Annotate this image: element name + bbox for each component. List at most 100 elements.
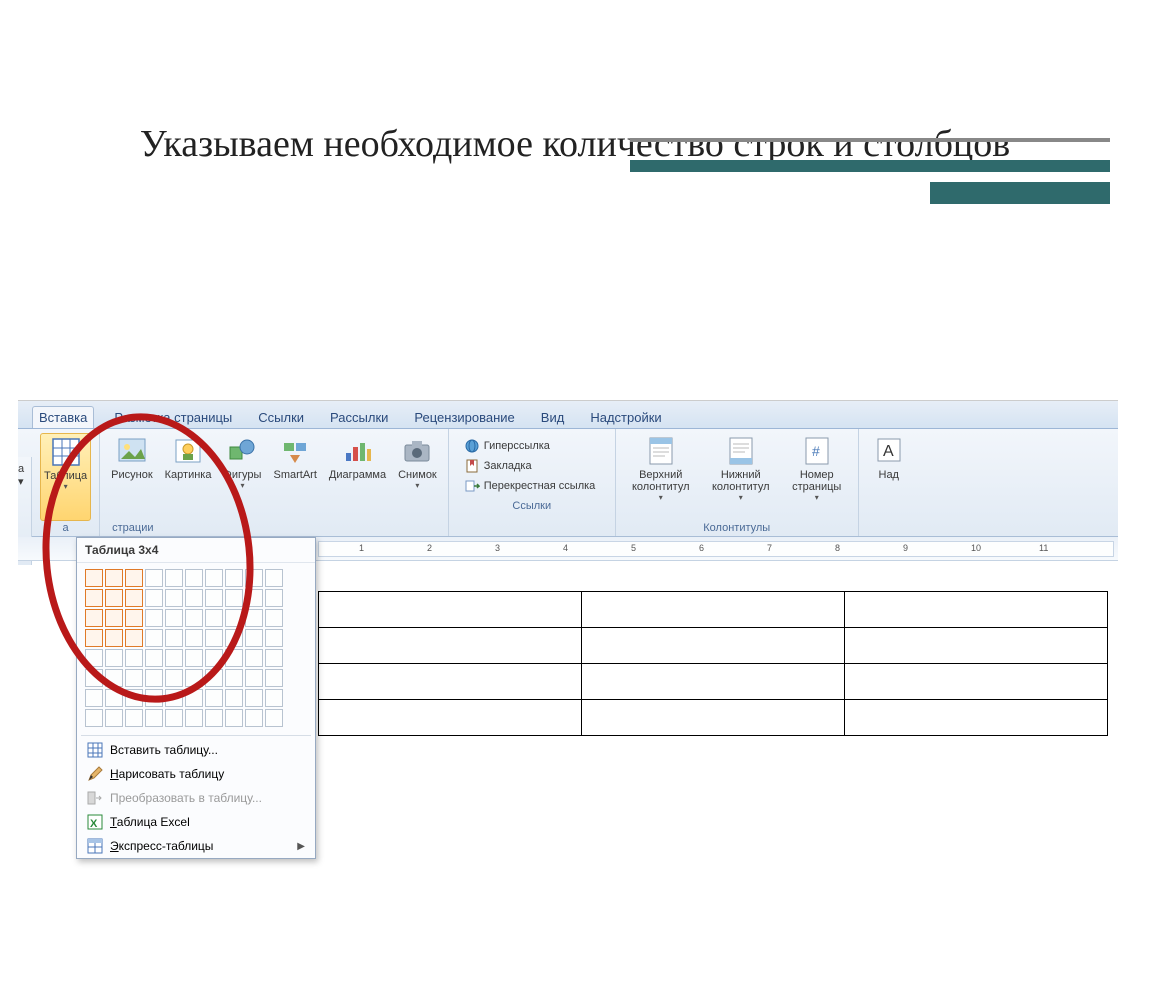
grid-cell[interactable] — [85, 669, 103, 687]
grid-cell[interactable] — [245, 609, 263, 627]
grid-cell[interactable] — [145, 629, 163, 647]
grid-cell[interactable] — [245, 569, 263, 587]
grid-cell[interactable] — [125, 709, 143, 727]
grid-cell[interactable] — [85, 589, 103, 607]
chart-button[interactable]: Диаграмма — [326, 433, 389, 521]
grid-cell[interactable] — [265, 629, 283, 647]
grid-cell[interactable] — [185, 669, 203, 687]
grid-cell[interactable] — [205, 589, 223, 607]
grid-cell[interactable] — [145, 569, 163, 587]
picture-button[interactable]: Рисунок — [108, 433, 156, 521]
grid-cell[interactable] — [265, 689, 283, 707]
tab-addins[interactable]: Надстройки — [584, 407, 667, 428]
header-button[interactable]: Верхний колонтитул ▾ — [624, 433, 698, 521]
grid-cell[interactable] — [105, 569, 123, 587]
grid-cell[interactable] — [185, 689, 203, 707]
grid-cell[interactable] — [225, 609, 243, 627]
screenshot-button[interactable]: Снимок ▾ — [395, 433, 440, 521]
tab-mailings[interactable]: Рассылки — [324, 407, 394, 428]
grid-cell[interactable] — [165, 689, 183, 707]
grid-cell[interactable] — [245, 589, 263, 607]
table-size-grid[interactable] — [77, 563, 315, 733]
pagenumber-button[interactable]: # Номер страницы ▾ — [784, 433, 850, 521]
grid-cell[interactable] — [145, 649, 163, 667]
grid-cell[interactable] — [245, 689, 263, 707]
grid-cell[interactable] — [85, 709, 103, 727]
grid-cell[interactable] — [165, 669, 183, 687]
grid-cell[interactable] — [145, 609, 163, 627]
grid-cell[interactable] — [185, 629, 203, 647]
grid-cell[interactable] — [125, 569, 143, 587]
grid-cell[interactable] — [85, 569, 103, 587]
grid-cell[interactable] — [125, 669, 143, 687]
grid-cell[interactable] — [205, 709, 223, 727]
grid-cell[interactable] — [145, 669, 163, 687]
grid-cell[interactable] — [245, 709, 263, 727]
grid-cell[interactable] — [265, 649, 283, 667]
grid-cell[interactable] — [105, 629, 123, 647]
tab-view[interactable]: Вид — [535, 407, 571, 428]
grid-cell[interactable] — [165, 649, 183, 667]
grid-cell[interactable] — [125, 689, 143, 707]
smartart-button[interactable]: SmartArt — [270, 433, 319, 521]
grid-cell[interactable] — [265, 709, 283, 727]
grid-cell[interactable] — [145, 589, 163, 607]
grid-cell[interactable] — [205, 569, 223, 587]
shapes-button[interactable]: Фигуры ▾ — [220, 433, 264, 521]
bookmark-button[interactable]: Закладка — [461, 457, 603, 475]
grid-cell[interactable] — [245, 669, 263, 687]
grid-cell[interactable] — [105, 649, 123, 667]
grid-cell[interactable] — [105, 589, 123, 607]
grid-cell[interactable] — [165, 589, 183, 607]
grid-cell[interactable] — [185, 649, 203, 667]
hyperlink-button[interactable]: Гиперссылка — [461, 437, 603, 455]
tab-review[interactable]: Рецензирование — [408, 407, 520, 428]
grid-cell[interactable] — [225, 569, 243, 587]
grid-cell[interactable] — [125, 629, 143, 647]
grid-cell[interactable] — [225, 689, 243, 707]
grid-cell[interactable] — [105, 709, 123, 727]
grid-cell[interactable] — [85, 689, 103, 707]
tab-page-layout[interactable]: Разметка страницы — [108, 407, 238, 428]
table-button[interactable]: Таблица ▾ — [40, 433, 91, 521]
grid-cell[interactable] — [245, 629, 263, 647]
grid-cell[interactable] — [225, 669, 243, 687]
grid-cell[interactable] — [145, 689, 163, 707]
grid-cell[interactable] — [265, 569, 283, 587]
grid-cell[interactable] — [205, 689, 223, 707]
grid-cell[interactable] — [185, 569, 203, 587]
grid-cell[interactable] — [85, 629, 103, 647]
grid-cell[interactable] — [225, 629, 243, 647]
footer-button[interactable]: Нижний колонтитул ▾ — [704, 433, 778, 521]
grid-cell[interactable] — [165, 569, 183, 587]
grid-cell[interactable] — [205, 629, 223, 647]
grid-cell[interactable] — [125, 649, 143, 667]
insert-table-item[interactable]: Вставить таблицу... — [77, 738, 315, 762]
excel-table-item[interactable]: X Таблица Excel — [77, 810, 315, 834]
clipart-button[interactable]: Картинка — [162, 433, 215, 521]
grid-cell[interactable] — [245, 649, 263, 667]
crossref-button[interactable]: Перекрестная ссылка — [461, 477, 603, 495]
grid-cell[interactable] — [105, 669, 123, 687]
tab-insert[interactable]: Вставка — [32, 406, 94, 428]
grid-cell[interactable] — [165, 609, 183, 627]
grid-cell[interactable] — [205, 649, 223, 667]
grid-cell[interactable] — [105, 609, 123, 627]
grid-cell[interactable] — [165, 629, 183, 647]
grid-cell[interactable] — [125, 609, 143, 627]
grid-cell[interactable] — [265, 589, 283, 607]
grid-cell[interactable] — [105, 689, 123, 707]
tab-references[interactable]: Ссылки — [252, 407, 310, 428]
grid-cell[interactable] — [265, 669, 283, 687]
grid-cell[interactable] — [85, 649, 103, 667]
grid-cell[interactable] — [145, 709, 163, 727]
grid-cell[interactable] — [185, 589, 203, 607]
grid-cell[interactable] — [265, 609, 283, 627]
express-tables-item[interactable]: Экспресс-таблицы ▶ — [77, 834, 315, 858]
grid-cell[interactable] — [225, 589, 243, 607]
grid-cell[interactable] — [225, 649, 243, 667]
grid-cell[interactable] — [225, 709, 243, 727]
text-box-button[interactable]: A Над — [867, 433, 911, 535]
grid-cell[interactable] — [205, 609, 223, 627]
grid-cell[interactable] — [125, 589, 143, 607]
